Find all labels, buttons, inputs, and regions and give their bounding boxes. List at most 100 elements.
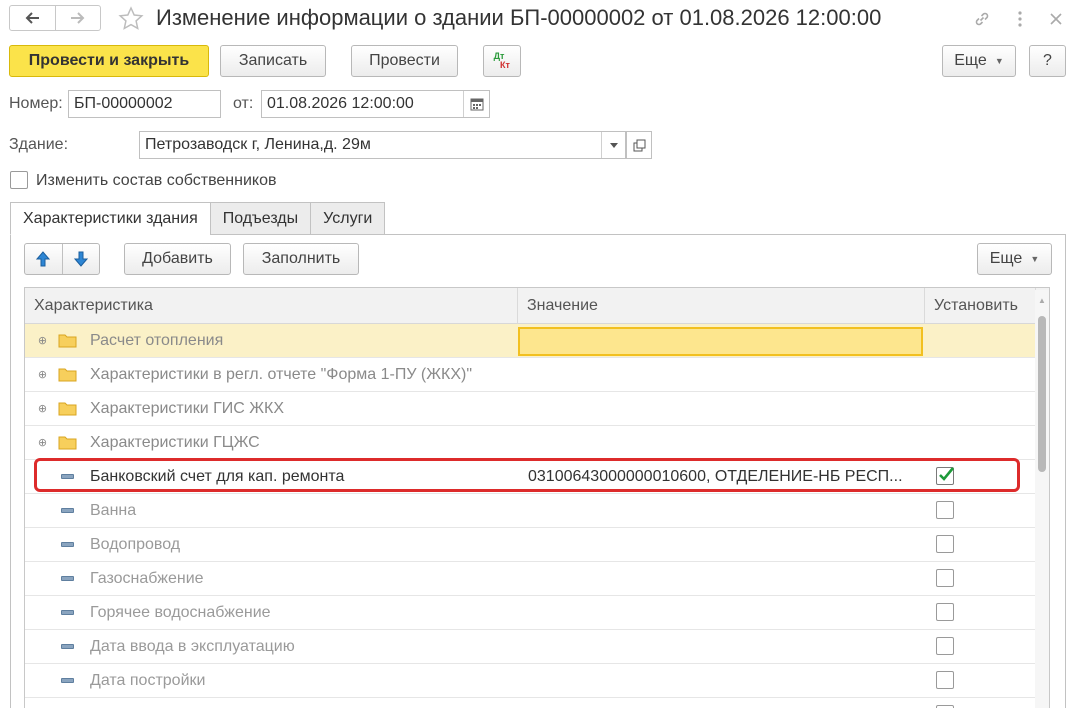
post-button[interactable]: Провести — [351, 45, 458, 77]
item-marker-icon — [61, 610, 74, 615]
set-checkbox[interactable] — [936, 535, 954, 553]
table-row[interactable]: Водопровод — [25, 528, 1036, 562]
open-in-window-icon — [633, 139, 645, 151]
table-header: Характеристика Значение Установить — [25, 288, 1049, 324]
title-bar: Изменение информации о здании БП-0000000… — [0, 0, 1079, 38]
back-arrow-icon — [25, 12, 40, 24]
table-row[interactable]: ⊕ Характеристики ГЦЖС — [25, 426, 1036, 460]
characteristic-name: Расчет отопления — [90, 331, 224, 349]
characteristic-name: Дата постройки — [90, 671, 206, 689]
characteristic-name: Дата ввода в эксплуатацию — [90, 637, 295, 655]
building-dropdown-button[interactable] — [601, 132, 625, 158]
date-field[interactable]: 01.08.2026 12:00:00 — [261, 90, 490, 118]
characteristics-table: Характеристика Значение Установить ⊕ Рас… — [24, 287, 1050, 708]
characteristic-name: Водопровод — [90, 535, 181, 553]
link-icon[interactable] — [970, 7, 994, 31]
caret-down-icon: ▼ — [994, 56, 1004, 66]
characteristic-name: Газоснабжение — [90, 569, 204, 587]
set-checkbox[interactable] — [936, 501, 954, 519]
change-owners-checkbox[interactable] — [10, 171, 28, 189]
set-checkbox[interactable] — [936, 671, 954, 689]
table-row[interactable]: Горячее водоснабжение — [25, 596, 1036, 630]
characteristic-name: Ванна — [90, 501, 137, 519]
close-icon[interactable] — [1044, 7, 1068, 31]
table-row[interactable]: Дата ввода в эксплуатацию — [25, 630, 1036, 664]
caret-down-icon: ▼ — [1030, 254, 1040, 264]
item-marker-icon — [61, 678, 74, 683]
characteristic-name: Характеристики ГИС ЖКХ — [90, 399, 285, 417]
tab-services[interactable]: Услуги — [310, 202, 386, 235]
set-checkbox[interactable] — [936, 637, 954, 655]
column-header-set[interactable]: Установить — [925, 288, 1036, 323]
back-button[interactable] — [10, 6, 55, 30]
more-vertical-icon[interactable] — [1008, 7, 1032, 31]
building-field[interactable]: Петрозаводск г, Ленина,д. 29м — [139, 131, 626, 159]
table-row[interactable]: ⊕ Характеристики в регл. отчете "Форма 1… — [25, 358, 1036, 392]
kt-label: Кт — [500, 60, 510, 70]
grid-more-button[interactable]: Еще ▼ — [977, 243, 1052, 275]
more-button-label: Еще — [954, 52, 987, 69]
scroll-up-icon[interactable]: ▲ — [1038, 296, 1046, 305]
building-value: Петрозаводск г, Ленина,д. 29м — [145, 136, 371, 153]
table-row[interactable]: Дата постройки — [25, 664, 1036, 698]
characteristic-value: 03100643000000010600, ОТДЕЛЕНИЕ-НБ РЕСП.… — [528, 467, 903, 485]
save-button[interactable]: Записать — [220, 45, 326, 77]
set-checkbox[interactable] — [936, 569, 954, 587]
move-buttons-group — [24, 243, 100, 275]
set-checkbox[interactable] — [936, 603, 954, 621]
add-button[interactable]: Добавить — [124, 243, 231, 275]
number-label: Номер: — [9, 95, 63, 112]
more-button[interactable]: Еще ▼ — [942, 45, 1016, 77]
grid-more-label: Еще — [989, 250, 1023, 267]
scrollbar-thumb[interactable] — [1038, 316, 1046, 472]
move-up-button[interactable] — [25, 244, 63, 274]
post-and-close-button[interactable]: Провести и закрыть — [9, 45, 209, 77]
expand-icon[interactable]: ⊕ — [37, 403, 48, 415]
navigation-buttons — [9, 5, 101, 31]
item-marker-icon — [61, 474, 74, 479]
folder-icon — [58, 334, 77, 348]
folder-icon — [58, 368, 77, 382]
date-value: 01.08.2026 12:00:00 — [267, 95, 414, 112]
move-down-button[interactable] — [63, 244, 100, 274]
arrow-down-icon — [73, 251, 88, 267]
favorite-star-icon[interactable] — [116, 5, 146, 33]
calendar-icon — [470, 98, 483, 111]
date-label: от: — [233, 95, 254, 112]
characteristic-name: Банковский счет для кап. ремонта — [90, 467, 345, 485]
table-row[interactable]: Банковский счет для кап. ремонта 0310064… — [25, 460, 1036, 494]
change-owners-label: Изменить состав собственников — [36, 172, 277, 189]
column-header-value[interactable]: Значение — [518, 288, 925, 323]
forward-arrow-icon — [70, 12, 85, 24]
dt-kt-report-button[interactable]: Дт Кт — [483, 45, 521, 77]
fill-button[interactable]: Заполнить — [243, 243, 359, 275]
item-marker-icon — [61, 576, 74, 581]
expand-icon[interactable]: ⊕ — [37, 335, 48, 347]
table-row[interactable]: Ванна — [25, 494, 1036, 528]
window-title: Изменение информации о здании БП-0000000… — [156, 5, 882, 30]
characteristic-name: Характеристики ГЦЖС — [90, 433, 260, 451]
tab-building-characteristics[interactable]: Характеристики здания — [10, 202, 211, 235]
table-row[interactable] — [25, 698, 1036, 708]
folder-icon — [58, 402, 77, 416]
help-button[interactable]: ? — [1029, 45, 1066, 77]
characteristic-name: Горячее водоснабжение — [90, 603, 271, 621]
column-header-characteristic[interactable]: Характеристика — [25, 288, 518, 323]
tab-entrances[interactable]: Подъезды — [209, 202, 312, 235]
table-row[interactable]: ⊕ Характеристики ГИС ЖКХ — [25, 392, 1036, 426]
table-row[interactable]: Газоснабжение — [25, 562, 1036, 596]
checkmark-icon — [939, 467, 955, 481]
item-marker-icon — [61, 644, 74, 649]
expand-icon[interactable]: ⊕ — [37, 437, 48, 449]
expand-icon[interactable]: ⊕ — [37, 369, 48, 381]
vertical-scrollbar[interactable]: ▲ — [1035, 290, 1049, 708]
calendar-button[interactable] — [463, 91, 489, 117]
building-label: Здание: — [9, 136, 69, 153]
number-field[interactable]: БП-00000002 — [68, 90, 221, 118]
set-checkbox[interactable] — [936, 467, 955, 485]
value-edit-field[interactable] — [518, 327, 923, 356]
open-building-button[interactable] — [626, 131, 652, 159]
forward-button[interactable] — [54, 6, 101, 30]
table-row[interactable]: ⊕ Расчет отопления — [25, 324, 1036, 358]
folder-icon — [58, 436, 77, 450]
